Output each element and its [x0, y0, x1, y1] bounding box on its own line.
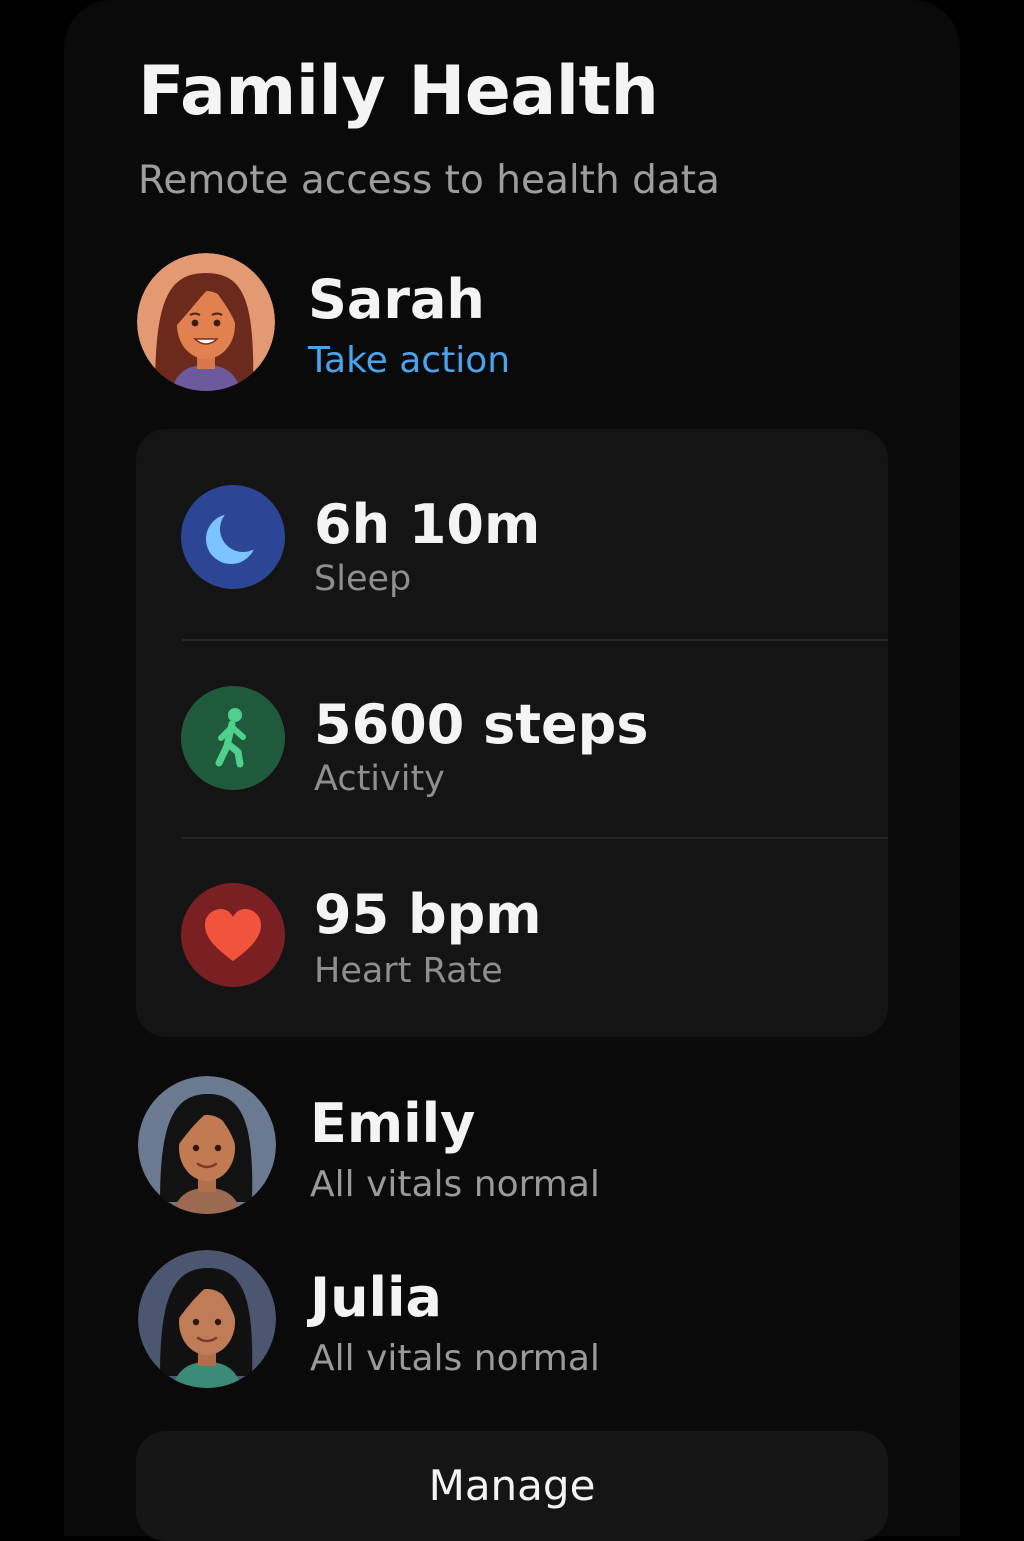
- manage-button[interactable]: Manage: [136, 1431, 888, 1541]
- walking-person-icon: [181, 686, 285, 790]
- member-name-julia: Julia: [310, 1266, 442, 1329]
- activity-label: Activity: [314, 759, 445, 799]
- metric-row-sleep[interactable]: 6h 10m Sleep: [136, 429, 888, 627]
- member-name-sarah: Sarah: [308, 268, 485, 331]
- heart-rate-value: 95 bpm: [314, 883, 542, 946]
- avatar-sarah[interactable]: [137, 253, 275, 391]
- take-action-link[interactable]: Take action: [308, 340, 510, 381]
- avatar-julia[interactable]: [138, 1250, 276, 1388]
- moon-icon: [181, 485, 285, 589]
- heart-icon: [181, 883, 285, 987]
- sleep-value: 6h 10m: [314, 493, 541, 556]
- metric-row-heart-rate[interactable]: 95 bpm Heart Rate: [136, 837, 888, 1035]
- sleep-label: Sleep: [314, 559, 412, 599]
- member-name-emily: Emily: [310, 1092, 476, 1155]
- activity-value: 5600 steps: [314, 693, 649, 756]
- page-title: Family Health: [138, 52, 659, 131]
- sarah-metrics-card: 6h 10m Sleep 5600 steps Activity 95 bpm …: [136, 429, 888, 1037]
- avatar-woman-black-hair-icon: [138, 1250, 276, 1388]
- metric-row-activity[interactable]: 5600 steps Activity: [136, 639, 888, 837]
- avatar-woman-brown-hair-icon: [137, 253, 275, 391]
- avatar-woman-black-hair-icon: [138, 1076, 276, 1214]
- heart-rate-label: Heart Rate: [314, 951, 503, 991]
- member-status-julia: All vitals normal: [310, 1338, 600, 1379]
- member-status-emily: All vitals normal: [310, 1164, 600, 1205]
- page-subtitle: Remote access to health data: [138, 158, 720, 203]
- avatar-emily[interactable]: [138, 1076, 276, 1214]
